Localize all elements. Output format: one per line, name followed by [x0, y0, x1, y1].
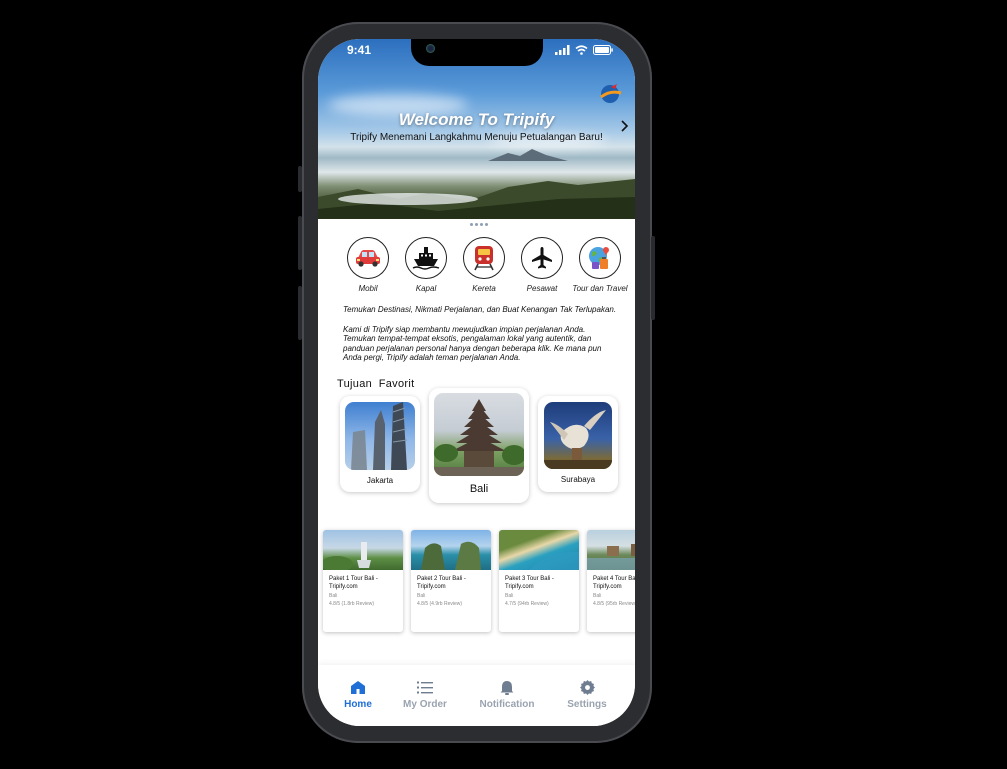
- category-mobil[interactable]: Mobil: [344, 237, 392, 293]
- package-list: Paket 1 Tour Bali - Tripify.com Bali 4.8…: [323, 530, 635, 632]
- nav-home[interactable]: Home: [340, 679, 376, 710]
- jakarta-image: [345, 402, 415, 470]
- hero-subtitle: Tripify Menemani Langkahmu Menuju Petual…: [350, 132, 603, 143]
- package-title: Paket 2 Tour Bali - Tripify.com: [417, 576, 466, 590]
- chevron-right-icon[interactable]: [621, 120, 629, 136]
- nav-notification[interactable]: Notification: [476, 679, 538, 710]
- category-kereta[interactable]: Kereta: [460, 237, 508, 293]
- package-rating: 4.8/5 (1.8rb Review): [329, 601, 375, 607]
- package-title: Paket 1 Tour Bali - Tripify.com: [329, 576, 378, 590]
- ship-icon: [405, 237, 447, 279]
- destination-card-surabaya[interactable]: Surabaya: [538, 396, 618, 492]
- carousel-dot[interactable]: [470, 223, 473, 226]
- package-image: [587, 530, 635, 570]
- category-kapal[interactable]: Kapal: [402, 237, 450, 293]
- carousel-indicator[interactable]: [470, 223, 488, 226]
- bottom-navigation: Home My Order Notification Settings: [318, 665, 635, 726]
- nav-settings[interactable]: Settings: [564, 679, 610, 710]
- carousel-dot[interactable]: [480, 223, 483, 226]
- airplane-icon: [521, 237, 563, 279]
- package-location: Bali: [505, 593, 514, 599]
- status-bar: 9:41: [318, 39, 635, 63]
- package-location: Bali: [593, 593, 602, 599]
- destination-name: Jakarta: [366, 476, 394, 485]
- volume-up-button: [298, 216, 302, 270]
- tripify-logo: [600, 84, 622, 103]
- package-location: Bali: [329, 593, 338, 599]
- battery-icon: [593, 45, 613, 55]
- package-location: Bali: [417, 593, 426, 599]
- bali-image: [434, 393, 524, 476]
- nav-label: Home: [344, 699, 372, 710]
- category-tour-dan-travel[interactable]: Tour dan Travel: [572, 237, 628, 293]
- hero-title: Welcome To Tripify: [398, 110, 555, 129]
- category-row: Mobil Kapal Kereta Pesawat Tour dan Trav…: [344, 237, 628, 293]
- power-button: [651, 236, 655, 320]
- train-icon: [463, 237, 505, 279]
- package-title: Paket 3 Tour Bali - Tripify.com: [505, 576, 554, 590]
- globe-luggage-icon: [579, 237, 621, 279]
- carousel-dot[interactable]: [485, 223, 488, 226]
- category-pesawat[interactable]: Pesawat: [518, 237, 566, 293]
- gear-icon: [579, 679, 595, 695]
- wifi-icon: [575, 45, 588, 55]
- package-title: Paket 4 Tour Bali - Tripify.com: [593, 576, 635, 590]
- package-rating: 4.8/5 (4.9rb Review): [417, 601, 463, 607]
- surabaya-image: [544, 402, 612, 469]
- package-image: [323, 530, 403, 570]
- status-time: 9:41: [347, 43, 372, 57]
- destination-name: Surabaya: [560, 475, 596, 484]
- app-screen: Welcome To Tripify Tripify Menemani Lang…: [318, 39, 635, 726]
- destination-card-jakarta[interactable]: Jakarta: [340, 396, 420, 492]
- hero-island: [488, 149, 568, 161]
- hero-landscape: [318, 179, 635, 219]
- category-label: Tour dan Travel: [572, 284, 628, 293]
- list-icon: [417, 681, 433, 693]
- nav-my-order[interactable]: My Order: [402, 679, 448, 710]
- package-image: [499, 530, 579, 570]
- package-card[interactable]: Paket 2 Tour Bali - Tripify.com Bali 4.8…: [411, 530, 491, 632]
- home-icon: [351, 681, 365, 694]
- favorites-title: Tujuan Favorit: [337, 378, 415, 390]
- package-rating: 4.7/5 (94rb Review): [505, 601, 549, 607]
- bell-icon: [500, 680, 514, 695]
- mute-switch: [298, 166, 302, 192]
- hero-banner[interactable]: Welcome To Tripify Tripify Menemani Lang…: [318, 39, 635, 219]
- volume-down-button: [298, 286, 302, 340]
- destination-name: Bali: [469, 483, 489, 495]
- package-card[interactable]: Paket 3 Tour Bali - Tripify.com Bali 4.7…: [499, 530, 579, 632]
- package-card[interactable]: Paket 1 Tour Bali - Tripify.com Bali 4.8…: [323, 530, 403, 632]
- package-image: [411, 530, 491, 570]
- intro-text: Temukan Destinasi, Nikmati Perjalanan, d…: [343, 305, 635, 373]
- nav-label: Notification: [479, 699, 535, 710]
- car-icon: [347, 237, 389, 279]
- nav-label: Settings: [567, 699, 607, 710]
- nav-label: My Order: [403, 699, 447, 710]
- destination-card-bali[interactable]: Bali: [429, 388, 529, 503]
- intro-tagline: Temukan Destinasi, Nikmati Perjalanan, d…: [343, 305, 617, 314]
- package-rating: 4.8/5 (95rb Review): [593, 601, 635, 607]
- intro-paragraph: Kami di Tripify siap membantu mewujudkan…: [343, 324, 602, 363]
- cellular-signal-icon: [555, 45, 570, 55]
- package-card[interactable]: Paket 4 Tour Bali - Tripify.com Bali 4.8…: [587, 530, 635, 632]
- carousel-dot[interactable]: [475, 223, 478, 226]
